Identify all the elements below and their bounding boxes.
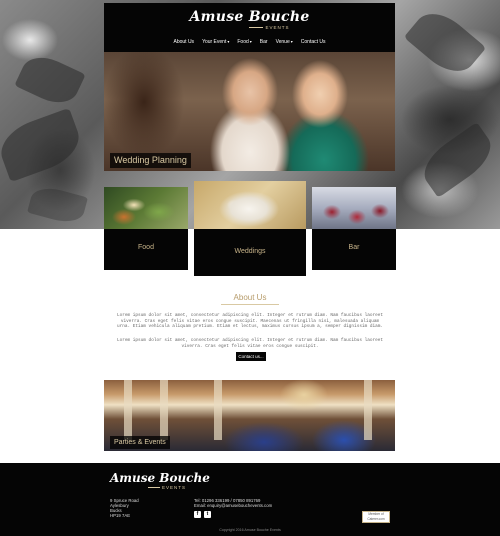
nav-item-bar[interactable]: Bar	[260, 38, 268, 46]
nav-item-venue[interactable]: Venue▾	[276, 38, 293, 46]
card-food[interactable]: Food	[104, 187, 188, 270]
nav-item-food[interactable]: Food▾	[237, 38, 251, 46]
card-label-weddings: Weddings	[234, 248, 266, 255]
site-header: Amuse Bouche EVENTS About Us Your Event▾…	[104, 3, 395, 52]
nav-item-about-us[interactable]: About Us	[173, 38, 194, 46]
logo[interactable]: Amuse Bouche EVENTS	[104, 9, 395, 31]
footer-address: 9 Spruce Road Aylesbury Bucks HP19 7AE	[110, 498, 139, 518]
chevron-down-icon: ▾	[227, 39, 230, 44]
about-title: About Us	[233, 293, 267, 302]
logo-subtext: EVENTS	[144, 25, 395, 31]
feature-image[interactable]: Wedding Planning	[104, 52, 395, 171]
bar-image	[312, 187, 396, 229]
card-weddings[interactable]: Weddings	[194, 181, 306, 276]
feature-caption: Wedding Planning	[110, 153, 191, 168]
main-nav: About Us Your Event▾ Food▾ Bar Venue▾ Co…	[104, 38, 395, 46]
card-label-bar: Bar	[348, 244, 360, 251]
card-bar[interactable]: Bar	[312, 187, 396, 270]
about-paragraph: Lorem ipsum dolor sit amet, consectetur …	[116, 313, 384, 330]
footer-contact: Tel: 01296 336199 / 07850 891769 Email: …	[194, 498, 272, 508]
facebook-icon[interactable]: f	[194, 511, 201, 518]
food-image	[104, 187, 188, 229]
chevron-down-icon: ▾	[290, 39, 293, 44]
nav-item-contact-us[interactable]: Contact Us	[301, 38, 326, 46]
logo-text: Amuse Bouche	[189, 9, 310, 25]
footer-email[interactable]: Email: enquiry@amusebouchevents.com	[194, 503, 272, 508]
twitter-icon[interactable]: t	[204, 511, 211, 518]
footer-logo-text: Amuse Bouche	[110, 471, 210, 485]
caterer-badge[interactable]: Member of Caterer.com	[362, 511, 390, 523]
weddings-image	[194, 181, 306, 229]
chevron-down-icon: ▾	[249, 39, 252, 44]
footer-logo-subtext: EVENTS	[148, 485, 210, 491]
about-paragraph: Lorem ipsum dolor sit amet, consectetur …	[116, 338, 384, 349]
parties-image[interactable]: Parties & Events	[104, 380, 395, 451]
card-label-food: Food	[138, 244, 154, 251]
nav-item-your-event[interactable]: Your Event▾	[202, 38, 229, 46]
copyright: Copyright 2016 Amuse Bouche Events	[219, 528, 281, 532]
parties-caption: Parties & Events	[110, 436, 170, 449]
divider	[221, 304, 279, 305]
footer-logo[interactable]: Amuse Bouche EVENTS	[110, 471, 210, 491]
contact-us-button[interactable]: Contact us...	[236, 352, 266, 361]
social-links: f t	[194, 511, 211, 518]
